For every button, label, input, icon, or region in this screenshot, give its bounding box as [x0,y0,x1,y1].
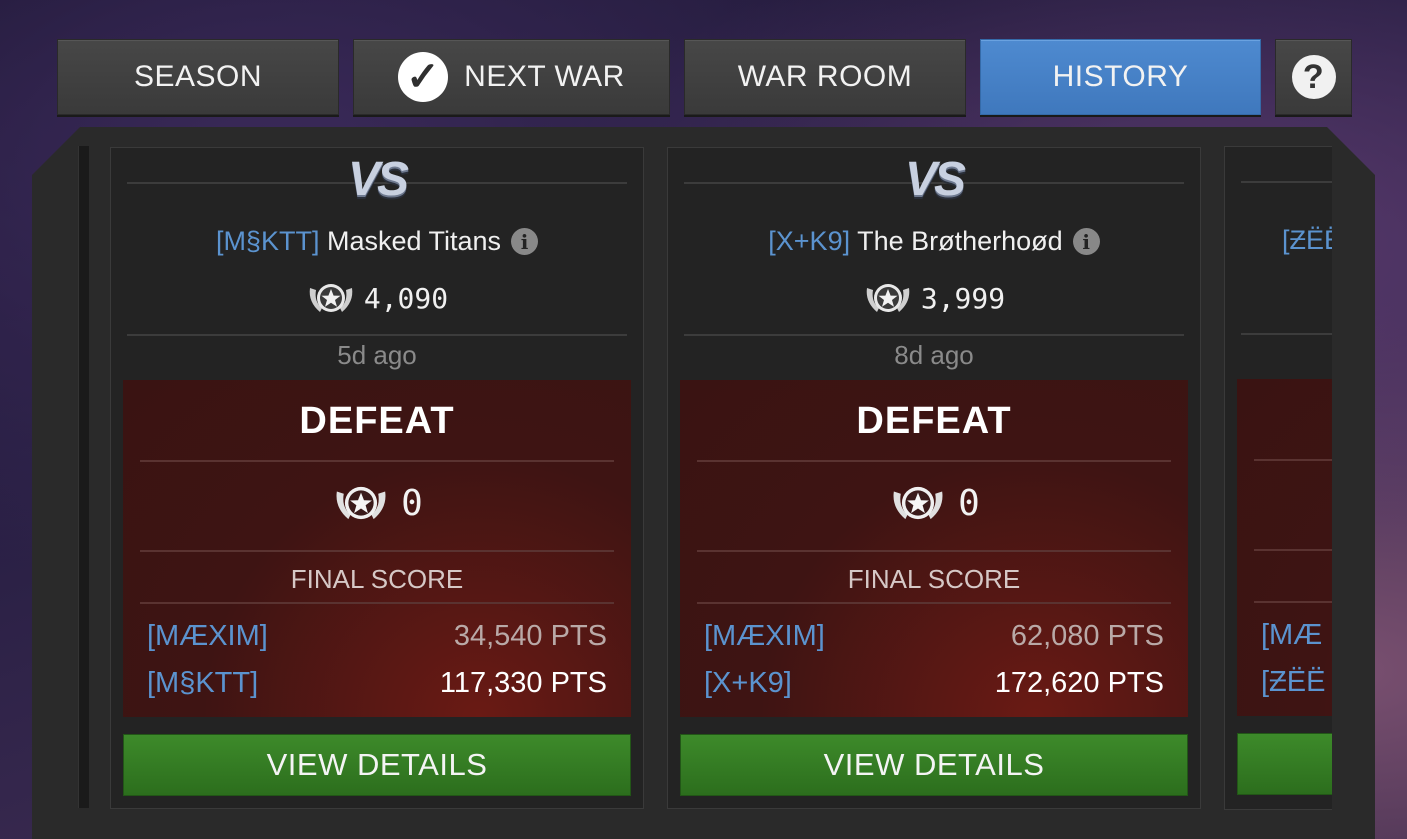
info-icon[interactable]: i [511,228,539,255]
final-score-label: FINAL SCORE [290,564,464,594]
result-panel: [MÆ [ƵËË [1237,379,1332,716]
checkmark-icon: ✓ [398,52,449,102]
opponent-name-row: [M§KTT] Masked Titans i [111,226,643,257]
opponent-name: Masked Titans [326,226,502,256]
opponent-name: The Brøtherhoød [857,226,1063,256]
opponent-rating: 3,999 [668,278,1200,318]
alliance-points: 62,080 PTS [1010,620,1164,652]
alliance-tag: [MÆ [1261,619,1323,651]
final-score-label: FINAL SCORE [847,564,1021,594]
question-icon: ? [1291,55,1336,99]
tab-season-label: SEASON [133,60,263,93]
score-row: [MÆ [1261,619,1332,652]
score-row: [X+K9] 172,620 PTS [704,667,1164,700]
opponent-rating: 4,090 [111,278,643,318]
war-rating-emblem-icon [866,284,910,312]
war-rating-change-value: 0 [401,482,423,524]
alliance-points: 172,620 PTS [994,667,1164,699]
alliance-tag: [M§KTT] [147,667,259,699]
tab-history-label: HISTORY [1052,60,1189,93]
time-ago: 8d ago [894,340,974,370]
tab-next-war[interactable]: ✓ NEXT WAR [353,39,670,115]
view-details-button[interactable]: VIEW DETAILS [680,734,1188,796]
result-label: DEFEAT [856,400,1012,442]
war-rating-change: 0 [123,480,631,526]
alliance-tag: [ƵËË [1261,666,1326,698]
tab-war-room[interactable]: WAR ROOM [684,39,966,115]
view-details-button[interactable]: VIEW DETAILS [123,734,631,796]
opponent-rating-value: 4,090 [363,281,449,315]
war-rating-emblem-icon [336,486,386,520]
war-history-card-partial: [ƵËË [MÆ [ƵËË [1224,146,1332,810]
vs-emblem: VS [347,153,409,206]
time-ago: 5d ago [337,340,417,370]
opponent-name-row: [ƵËË [1282,225,1332,256]
opponent-tag: [ƵËË [1282,225,1332,255]
war-rating-change-value: 0 [958,482,980,524]
score-row: [ƵËË [1261,666,1332,699]
tab-war-room-label: WAR ROOM [737,60,913,93]
tab-season[interactable]: SEASON [57,39,339,115]
info-icon[interactable]: i [1072,228,1100,255]
war-history-card: VS [M§KTT] Masked Titans i 4,090 5d ago … [110,147,644,809]
war-history-card: [ƵËË [MÆ [ƵËË [1224,146,1332,810]
alliance-tag: [X+K9] [704,667,792,699]
war-rating-emblem-icon [893,486,943,520]
help-button[interactable]: ? [1275,39,1352,115]
opponent-tag: [M§KTT] [215,226,320,256]
vs-emblem: VS [904,153,966,206]
alliance-tag: [MÆXIM] [147,620,268,652]
alliance-points: 34,540 PTS [453,620,607,652]
opponent-tag: [X+K9] [768,226,851,256]
result-label: DEFEAT [299,400,455,442]
war-rating-emblem-icon [309,284,353,312]
tab-next-war-label: NEXT WAR [464,60,625,93]
opponent-rating-value: 3,999 [920,281,1006,315]
score-row: [MÆXIM] 62,080 PTS [704,620,1164,653]
war-history-card: VS [X+K9] The Brøtherhoød i 3,999 8d ago… [667,147,1201,809]
tab-history[interactable]: HISTORY [980,39,1261,115]
score-row: [M§KTT] 117,330 PTS [147,667,607,700]
opponent-name-row: [X+K9] The Brøtherhoød i [668,226,1200,257]
alliance-tag: [MÆXIM] [704,620,825,652]
view-details-button[interactable] [1237,733,1332,795]
score-row: [MÆXIM] 34,540 PTS [147,620,607,653]
alliance-points: 117,330 PTS [439,667,607,699]
war-rating-change: 0 [680,480,1188,526]
result-panel: DEFEAT 0 FINAL SCORE [MÆXIM] 62,080 PTS … [680,380,1188,717]
result-panel: DEFEAT 0 FINAL SCORE [MÆXIM] 34,540 PTS … [123,380,631,717]
scroll-rail [78,146,89,808]
